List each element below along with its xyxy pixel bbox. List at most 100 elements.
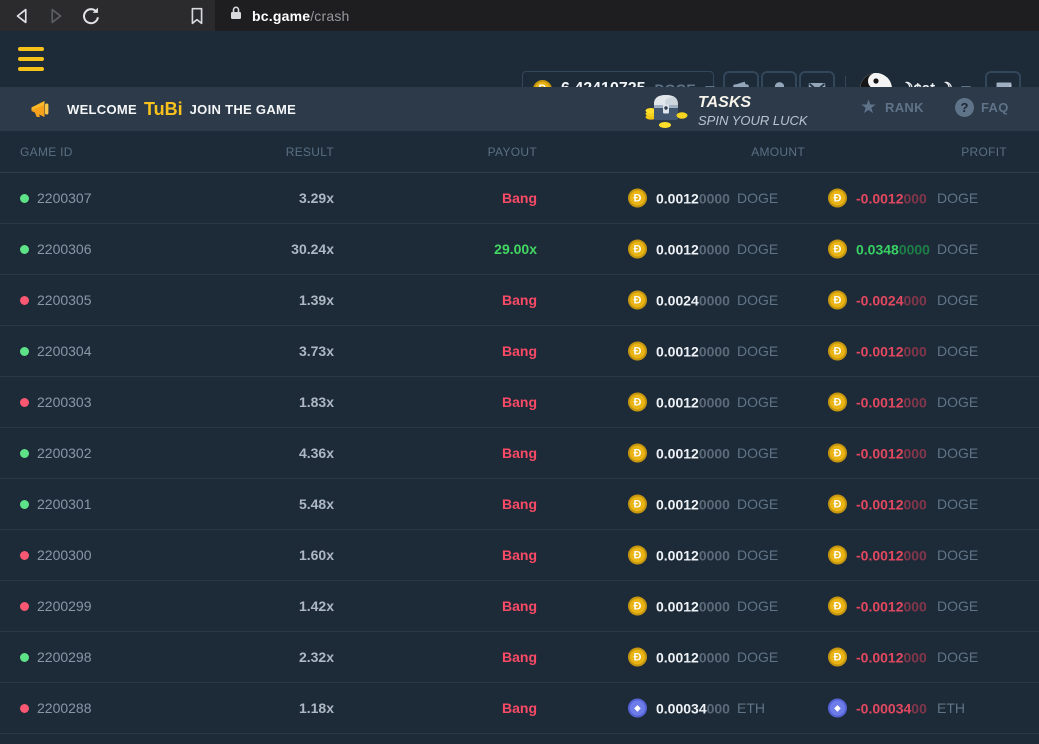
welcome-username: TuBi (144, 99, 183, 120)
profit-trailing-zeros: 00 (911, 700, 927, 716)
forward-icon[interactable] (44, 4, 66, 28)
result-value: 1.60x (299, 547, 334, 563)
payout-value: 29.00x (494, 241, 537, 257)
result-value: 5.48x (299, 496, 334, 512)
status-dot (20, 347, 29, 356)
game-id-cell: 2200306 (20, 241, 92, 257)
amount-value: 0.0012 (656, 547, 699, 563)
coin-icon: Đ (628, 444, 647, 463)
profit-cell: Đ-0.0012000 (828, 342, 927, 361)
star-icon: ★ (860, 98, 877, 117)
profit-value: -0.0012 (856, 496, 903, 512)
profit-value: -0.0012 (856, 649, 903, 665)
result-value: 4.36x (299, 445, 334, 461)
table-row[interactable]: 2200298 2.32x Bang Đ0.00120000 DOGE Đ-0.… (0, 632, 1039, 683)
refresh-icon[interactable] (80, 4, 101, 27)
status-dot (20, 296, 29, 305)
payout-value: Bang (502, 394, 537, 410)
profit-currency: DOGE (937, 343, 978, 359)
amount-currency: ETH (737, 700, 765, 716)
profit-trailing-zeros: 000 (903, 547, 926, 563)
faq-link[interactable]: ? FAQ (955, 98, 1009, 117)
table-row[interactable]: 2200306 30.24x 29.00x Đ0.00120000 DOGE Đ… (0, 224, 1039, 275)
table-row[interactable]: 2200301 5.48x Bang Đ0.00120000 DOGE Đ-0.… (0, 479, 1039, 530)
status-dot (20, 245, 29, 254)
coin-icon: Đ (828, 597, 847, 616)
payout-value: Bang (502, 598, 537, 614)
tasks-shortcut[interactable]: TASKS SPIN YOUR LUCK (644, 89, 808, 134)
status-dot (20, 500, 29, 509)
table-row[interactable]: 2200303 1.83x Bang Đ0.00120000 DOGE Đ-0.… (0, 377, 1039, 428)
game-id: 2200302 (37, 445, 92, 461)
profit-currency: DOGE (937, 547, 978, 563)
amount-currency: DOGE (737, 496, 778, 512)
amount-value: 0.0012 (656, 190, 699, 206)
table-row[interactable]: 2200305 1.39x Bang Đ0.00240000 DOGE Đ-0.… (0, 275, 1039, 326)
profit-cell: Đ-0.0012000 (828, 189, 927, 208)
profit-value: -0.00034 (856, 700, 911, 716)
table-row[interactable]: 2200302 4.36x Bang Đ0.00120000 DOGE Đ-0.… (0, 428, 1039, 479)
rank-link[interactable]: ★ RANK (860, 98, 924, 117)
amount-cell: Đ0.00120000 (628, 342, 730, 361)
bookmark-icon[interactable] (186, 4, 208, 28)
amount-value: 0.00034 (656, 700, 707, 716)
profit-currency: DOGE (937, 598, 978, 614)
result-value: 3.29x (299, 190, 334, 206)
amount-value: 0.0012 (656, 649, 699, 665)
coin-icon: Đ (628, 291, 647, 310)
profit-trailing-zeros: 000 (903, 190, 926, 206)
amount-cell: Đ0.00120000 (628, 546, 730, 565)
payout-value: Bang (502, 649, 537, 665)
coin-icon: ◆ (628, 699, 647, 718)
profit-currency: DOGE (937, 241, 978, 257)
profit-trailing-zeros: 000 (903, 598, 926, 614)
profit-value: -0.0012 (856, 190, 903, 206)
game-id: 2200298 (37, 649, 92, 665)
game-id-cell: 2200288 (20, 700, 92, 716)
game-id-cell: 2200304 (20, 343, 92, 359)
coin-icon: Đ (628, 342, 647, 361)
game-id: 2200304 (37, 343, 92, 359)
game-id: 2200305 (37, 292, 92, 308)
profit-value: -0.0012 (856, 343, 903, 359)
amount-currency: DOGE (737, 394, 778, 410)
profit-value: -0.0012 (856, 598, 903, 614)
table-row[interactable]: 2200299 1.42x Bang Đ0.00120000 DOGE Đ-0.… (0, 581, 1039, 632)
game-id: 2200300 (37, 547, 92, 563)
url-path: /crash (310, 8, 349, 24)
amount-currency: DOGE (737, 292, 778, 308)
tasks-title: TASKS (698, 93, 808, 113)
table-row[interactable]: 2200304 3.73x Bang Đ0.00120000 DOGE Đ-0.… (0, 326, 1039, 377)
menu-icon[interactable] (18, 47, 44, 71)
profit-trailing-zeros: 0000 (899, 241, 930, 257)
amount-value: 0.0012 (656, 496, 699, 512)
amount-cell: Đ0.00120000 (628, 393, 730, 412)
table-row[interactable]: 2200307 3.29x Bang Đ0.00120000 DOGE Đ-0.… (0, 173, 1039, 224)
rank-label: RANK (885, 100, 924, 115)
amount-trailing-zeros: 0000 (699, 241, 730, 257)
amount-value: 0.0012 (656, 445, 699, 461)
game-id-cell: 2200307 (20, 190, 92, 206)
amount-trailing-zeros: 0000 (699, 598, 730, 614)
result-value: 30.24x (291, 241, 334, 257)
coin-icon: Đ (628, 189, 647, 208)
back-icon[interactable] (12, 4, 34, 28)
column-game-id: GAME ID (20, 145, 73, 159)
table-row[interactable]: 2200300 1.60x Bang Đ0.00120000 DOGE Đ-0.… (0, 530, 1039, 581)
game-id-cell: 2200305 (20, 292, 92, 308)
coin-icon: Đ (828, 444, 847, 463)
address-bar[interactable]: bc.game/crash (215, 0, 1039, 31)
profit-currency: DOGE (937, 445, 978, 461)
amount-trailing-zeros: 000 (707, 700, 730, 716)
column-payout: PAYOUT (488, 145, 537, 159)
amount-cell: Đ0.00120000 (628, 444, 730, 463)
amount-cell: ◆ 0.00034000 (628, 699, 730, 718)
profit-value: -0.0012 (856, 445, 903, 461)
amount-trailing-zeros: 0000 (699, 190, 730, 206)
result-value: 3.73x (299, 343, 334, 359)
amount-currency: DOGE (737, 445, 778, 461)
question-icon: ? (955, 98, 974, 117)
tasks-subtitle: SPIN YOUR LUCK (698, 113, 808, 129)
url-domain: bc.game (252, 8, 310, 24)
table-row[interactable]: 2200288 1.18x Bang ◆0.00034000 ETH ◆-0.0… (0, 683, 1039, 734)
